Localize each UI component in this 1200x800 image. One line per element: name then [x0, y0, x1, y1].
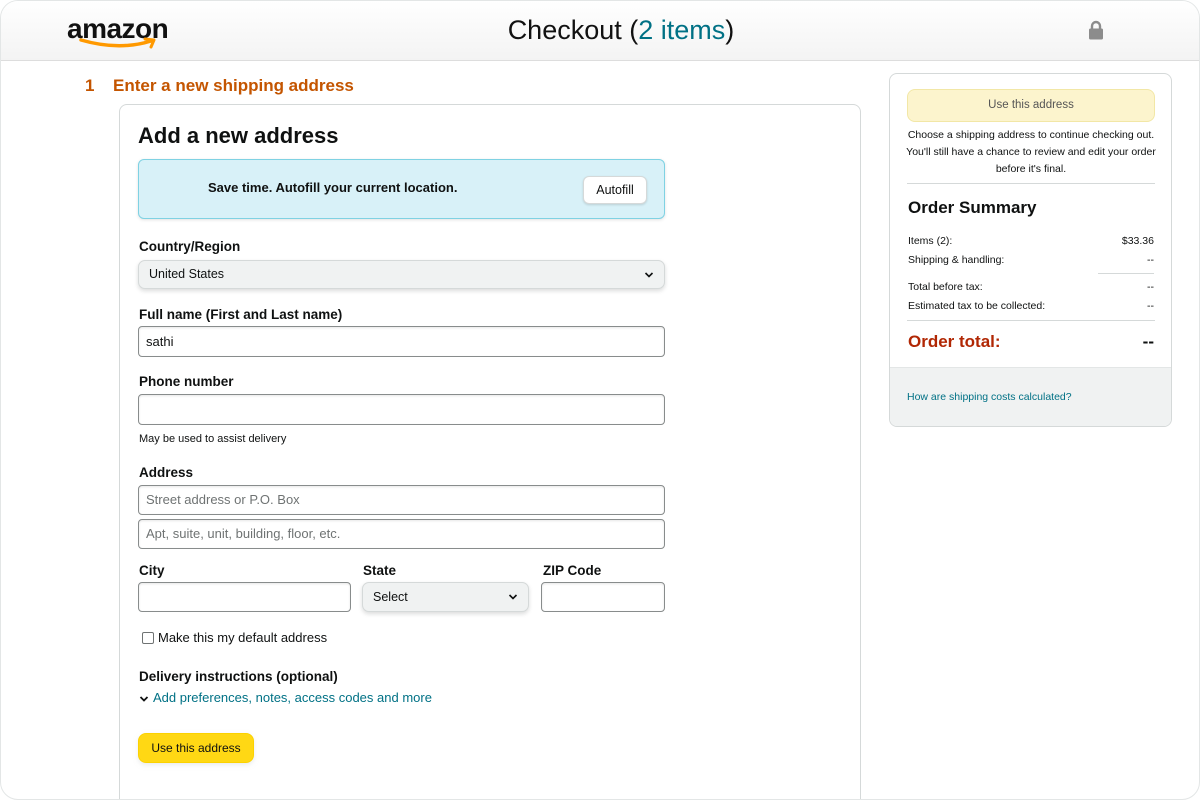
- state-label: State: [363, 563, 397, 578]
- fullname-input[interactable]: sathi: [138, 326, 665, 357]
- address-form-panel: Add a new address Save time. Autofill yo…: [119, 104, 861, 799]
- order-total-value: --: [1142, 332, 1154, 351]
- order-summary-panel: Use this address Choose a shipping addre…: [889, 73, 1172, 427]
- order-summary-title: Order Summary: [908, 198, 1037, 217]
- chevron-down-icon: [644, 272, 654, 278]
- subtotal-divider: [1098, 273, 1154, 274]
- summary-footer: How are shipping costs calculated?: [890, 367, 1171, 426]
- city-label: City: [139, 563, 165, 578]
- delivery-label: Delivery instructions (optional): [139, 669, 338, 684]
- summary-row-tax: Estimated tax to be collected: --: [908, 300, 1154, 312]
- shipping-costs-link[interactable]: How are shipping costs calculated?: [907, 391, 1072, 403]
- country-select[interactable]: United States: [138, 260, 665, 289]
- summary-row-value: --: [1147, 254, 1154, 266]
- chevron-down-icon: [139, 696, 149, 702]
- default-address-checkbox[interactable]: [142, 632, 154, 644]
- phone-label: Phone number: [139, 374, 234, 389]
- summary-row-label: Total before tax:: [908, 281, 983, 293]
- autofill-message: Save time. Autofill your current locatio…: [208, 180, 458, 195]
- step-heading: 1 Enter a new shipping address: [85, 76, 354, 96]
- address-line1-input[interactable]: Street address or P.O. Box: [138, 485, 665, 515]
- use-address-button[interactable]: Use this address: [138, 733, 254, 763]
- delivery-instructions-link[interactable]: Add preferences, notes, access codes and…: [153, 690, 432, 705]
- lock-icon: [1089, 20, 1103, 40]
- state-value: Select: [373, 590, 408, 604]
- checkout-header: amazon Checkout (2 items): [1, 1, 1199, 61]
- divider: [907, 320, 1155, 321]
- phone-input[interactable]: [138, 394, 665, 425]
- summary-row-value: --: [1147, 281, 1154, 293]
- checkout-page: amazon Checkout (2 items) 1 Enter a new s…: [0, 0, 1200, 800]
- city-input[interactable]: [138, 582, 351, 612]
- autofill-banner: Save time. Autofill your current locatio…: [138, 159, 665, 219]
- summary-use-address-button[interactable]: Use this address: [907, 89, 1155, 122]
- chevron-down-icon: [508, 594, 518, 600]
- summary-row-before-tax: Total before tax: --: [908, 281, 1154, 293]
- address-label: Address: [139, 465, 194, 480]
- state-select[interactable]: Select: [362, 582, 529, 612]
- step-label: Enter a new shipping address: [113, 76, 354, 95]
- zip-label: ZIP Code: [543, 563, 602, 578]
- zip-input[interactable]: [541, 582, 665, 612]
- summary-note: Choose a shipping address to continue ch…: [906, 129, 1156, 175]
- order-total-label: Order total:: [908, 332, 1001, 351]
- fullname-label: Full name (First and Last name): [139, 307, 343, 322]
- country-value: United States: [149, 267, 225, 281]
- order-total: Order total: --: [908, 332, 1154, 352]
- summary-row-label: Estimated tax to be collected:: [908, 300, 1046, 312]
- address-line2-input[interactable]: Apt, suite, unit, building, floor, etc.: [138, 519, 665, 549]
- summary-row-value: $33.36: [1121, 235, 1154, 247]
- default-address-label[interactable]: Make this my default address: [158, 630, 327, 645]
- summary-row-label: Shipping & handling:: [908, 254, 1005, 266]
- form-title: Add a new address: [138, 123, 339, 148]
- divider: [907, 183, 1155, 184]
- autofill-button[interactable]: Autofill: [583, 176, 647, 204]
- page-title: Checkout (2 items): [507, 15, 735, 45]
- summary-row-label: Items (2):: [908, 235, 953, 247]
- step-number: 1: [85, 76, 95, 95]
- summary-row-items: Items (2): $33.36: [908, 235, 1154, 247]
- country-label: Country/Region: [139, 239, 241, 254]
- page-title-text: Checkout: [507, 15, 622, 45]
- phone-hint: May be used to assist delivery: [139, 433, 287, 445]
- summary-row-value: --: [1147, 300, 1154, 312]
- item-count-link[interactable]: 2 items: [638, 15, 725, 45]
- summary-row-shipping: Shipping & handling: --: [908, 254, 1154, 266]
